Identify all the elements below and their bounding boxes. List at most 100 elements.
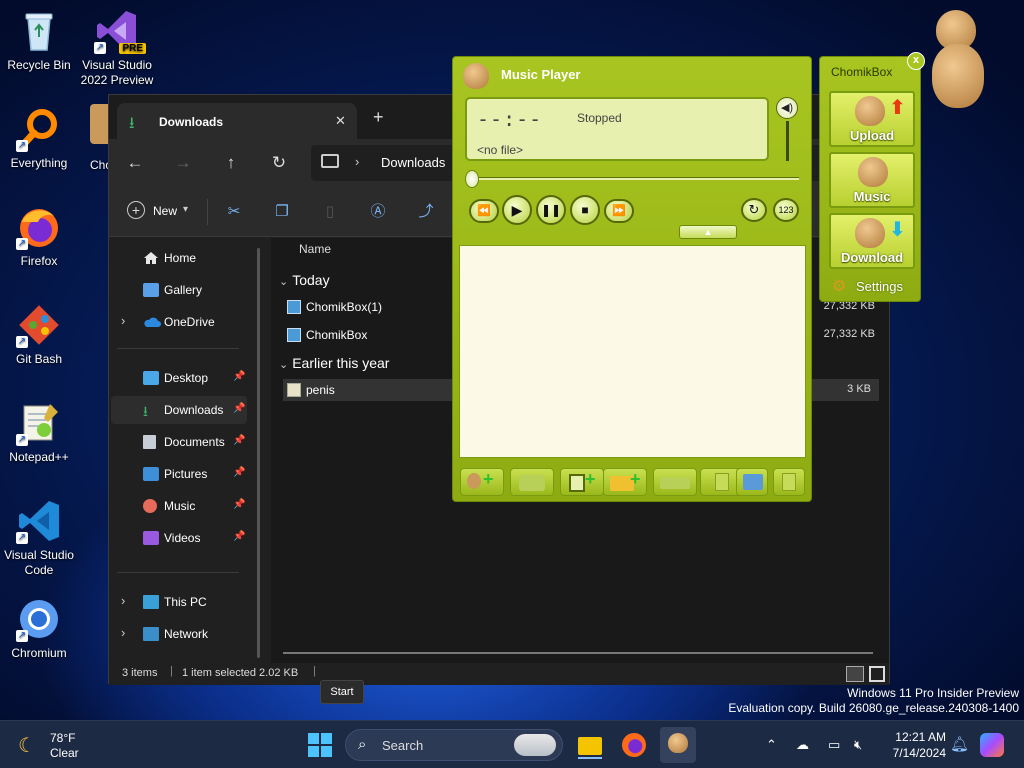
chevron-down-icon: ▾ — [183, 204, 189, 215]
start-button[interactable] — [306, 731, 334, 759]
taskbar-search[interactable]: ⌕ Search — [345, 729, 563, 761]
clear-playlist-button[interactable] — [653, 468, 697, 496]
chomikbox-title: ChomikBox — [831, 65, 893, 79]
add-file-button[interactable]: + — [460, 468, 504, 496]
download-arrow-icon: ⬇ — [889, 219, 906, 241]
desktop-icon-everything[interactable]: ↗ Everything — [0, 106, 78, 171]
nav-item-gallery[interactable]: Gallery — [111, 276, 247, 304]
desktop-icon-label: Firefox — [20, 254, 58, 268]
desktop-icon-visual-studio-2022[interactable]: PRE ↗ Visual Studio 2022 Preview — [78, 8, 156, 88]
notepad-plus-plus-icon: ↗ — [16, 400, 62, 446]
copilot-icon[interactable] — [980, 733, 1004, 757]
nav-item-desktop[interactable]: Desktop 📌 — [111, 364, 247, 392]
nav-item-network[interactable]: › Network — [111, 620, 247, 648]
group-header-today[interactable]: ⌄ Today — [279, 272, 330, 288]
file-explorer-taskbar-button[interactable] — [576, 731, 604, 759]
rename-icon[interactable]: Ⓐ — [367, 201, 389, 223]
play-button[interactable]: ▶ — [502, 195, 532, 225]
weather-temperature: 78°F — [50, 731, 76, 745]
close-tab-button[interactable]: ✕ — [335, 113, 346, 129]
save-playlist-button[interactable] — [736, 468, 768, 496]
expand-chevron-icon[interactable]: › — [121, 313, 125, 328]
onedrive-offline-icon[interactable]: ☁ — [796, 737, 809, 753]
rewind-button[interactable]: ⏪ — [469, 199, 499, 223]
up-button[interactable]: ↑ — [219, 151, 243, 175]
notification-bell-icon[interactable]: 🔔︎ — [950, 735, 969, 753]
nav-item-this-pc[interactable]: › This PC — [111, 588, 247, 616]
nav-item-downloads[interactable]: ⭳ Downloads 📌 — [111, 396, 247, 424]
stop-button[interactable]: ■ — [570, 195, 600, 225]
desktop-icon-label: Notepad++ — [9, 450, 69, 464]
weather-widget[interactable]: ☾ 78°F Clear — [14, 729, 104, 761]
refresh-button[interactable]: ↻ — [267, 151, 291, 175]
firefox-taskbar-button[interactable] — [620, 731, 648, 759]
copy-icon[interactable]: ❐ — [271, 201, 293, 223]
desktop-icon-recycle-bin[interactable]: Recycle Bin — [0, 8, 78, 73]
details-view-button[interactable] — [846, 666, 864, 682]
repeat-icon[interactable]: ↻ — [741, 198, 767, 222]
expand-chevron-icon[interactable]: › — [121, 593, 125, 608]
volume-slider[interactable] — [786, 121, 789, 161]
nav-item-pictures[interactable]: Pictures 📌 — [111, 460, 247, 488]
desktop-icon-chomikbox-partial[interactable]: Cho — [90, 104, 112, 174]
desktop-icon-chromium[interactable]: ↗ Chromium — [0, 596, 78, 661]
pause-button[interactable]: ❚❚ — [536, 195, 566, 225]
chomikbox-close-button[interactable]: x — [907, 52, 925, 70]
upload-button[interactable]: ⬆ Upload — [829, 91, 915, 147]
nav-scrollbar[interactable] — [257, 248, 260, 658]
nav-item-documents[interactable]: Documents 📌 — [111, 428, 247, 456]
breadcrumb-downloads[interactable]: Downloads — [381, 155, 445, 170]
shuffle-icon[interactable]: 123 — [773, 198, 799, 222]
playlist-area[interactable] — [459, 245, 806, 458]
load-playlist-button[interactable] — [773, 468, 805, 496]
seek-bar[interactable] — [469, 177, 799, 180]
desktop-icon-git-bash[interactable]: ↗ Git Bash — [0, 302, 78, 367]
add-folder-button[interactable]: + — [560, 468, 604, 496]
settings-button[interactable]: ⚙ Settings — [830, 275, 916, 297]
cut-icon[interactable]: ✂ — [223, 201, 245, 223]
forward-button[interactable]: ⏩ — [604, 199, 634, 223]
add-directory-button[interactable]: + — [603, 468, 647, 496]
new-tab-button[interactable]: + — [373, 107, 384, 128]
network-icon[interactable]: ▭ — [828, 737, 840, 753]
desktop-icon-firefox[interactable]: ↗ Firefox — [0, 204, 78, 269]
paste-icon[interactable]: ▯ — [319, 201, 341, 223]
desktop-icon-vscode[interactable]: ↗ Visual Studio Code — [0, 498, 78, 578]
horizontal-scrollbar[interactable] — [283, 652, 873, 654]
back-button[interactable]: ← — [123, 151, 147, 175]
remove-file-button[interactable] — [510, 468, 554, 496]
collapse-playlist-button[interactable]: ▲ — [679, 225, 737, 239]
nav-item-music[interactable]: Music 📌 — [111, 492, 247, 520]
upload-label: Upload — [849, 128, 895, 143]
settings-label: Settings — [856, 279, 903, 294]
clock[interactable]: 12:21 AM 7/14/2024 — [882, 729, 946, 761]
column-header-name[interactable]: Name — [299, 242, 331, 256]
upload-arrow-icon: ⬆ — [889, 97, 906, 119]
new-button-label: New — [153, 204, 178, 218]
download-button[interactable]: ⬇ Download — [829, 213, 915, 269]
shortcut-arrow-icon: ↗ — [16, 238, 28, 250]
git-bash-icon: ↗ — [16, 302, 62, 348]
tab-downloads[interactable]: ⭳ Downloads ✕ — [117, 103, 357, 139]
volume-control[interactable]: ◀) — [775, 97, 801, 165]
nav-item-home[interactable]: Home — [111, 244, 247, 272]
chomikbox-taskbar-button[interactable] — [660, 727, 696, 763]
speaker-icon[interactable]: ◀) — [776, 97, 798, 119]
nav-item-onedrive[interactable]: › OneDrive — [111, 308, 247, 336]
desktop-icon-notepad-plus-plus[interactable]: ↗ Notepad++ — [0, 400, 78, 465]
group-header-earlier-this-year[interactable]: ⌄ Earlier this year — [279, 355, 389, 371]
volume-muted-icon[interactable]: 🔇︎ — [854, 737, 862, 753]
hamster-logo-icon — [463, 63, 489, 89]
music-button[interactable]: Music — [829, 152, 915, 208]
share-icon[interactable]: ⤴ — [415, 201, 437, 223]
plus-icon: + — [630, 469, 641, 489]
forward-button[interactable]: → — [171, 151, 195, 175]
seek-knob[interactable] — [465, 170, 479, 188]
show-hidden-icons-chevron[interactable]: ⌃ — [766, 737, 777, 753]
expand-chevron-icon[interactable]: › — [121, 625, 125, 640]
new-button[interactable]: + New ▾ — [127, 201, 203, 223]
firefox-icon: ↗ — [16, 204, 62, 250]
files-icon — [569, 474, 585, 492]
nav-item-videos[interactable]: Videos 📌 — [111, 524, 247, 552]
tiles-view-button[interactable] — [869, 666, 885, 682]
